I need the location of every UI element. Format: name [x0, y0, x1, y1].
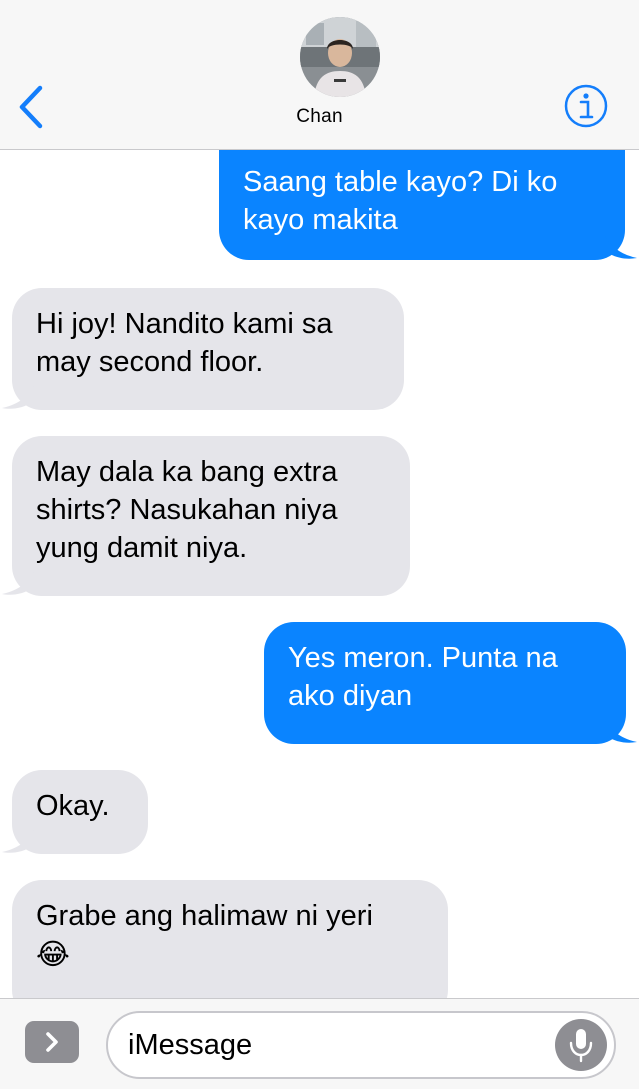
- received-message-bubble[interactable]: May dala ka bang extra shirts? Nasukahan…: [12, 436, 410, 596]
- contact-avatar[interactable]: [300, 17, 380, 97]
- message-input-placeholder: iMessage: [128, 1029, 253, 1061]
- bubble-tail: [605, 236, 637, 259]
- bubble-tail: [2, 830, 34, 853]
- chevron-right-icon: [46, 1032, 58, 1052]
- message-text: Saang table kayo? Di ko kayo makita: [243, 166, 558, 236]
- composer-bar: iMessage: [0, 998, 639, 1089]
- info-circle-icon: [564, 84, 608, 128]
- message-input[interactable]: iMessage: [106, 1011, 616, 1079]
- bubble-tail: [2, 572, 34, 595]
- bubble-tail: [605, 720, 637, 743]
- emoji-laughing-icon: 😂: [36, 937, 70, 971]
- sent-message-bubble[interactable]: Saang table kayo? Di ko kayo makita: [219, 150, 625, 260]
- message-text: Hi joy! Nandito kami sa may second floor…: [36, 308, 333, 378]
- message-text: May dala ka bang extra shirts? Nasukahan…: [36, 456, 338, 564]
- received-message-bubble[interactable]: Grabe ang halimaw ni yeri 😂: [12, 880, 448, 998]
- message-text: Okay.: [36, 790, 110, 822]
- message-text: Yes meron. Punta na ako diyan: [288, 642, 558, 712]
- conversation-header: Chan: [0, 0, 639, 150]
- microphone-icon: [569, 1029, 593, 1063]
- sent-message-bubble[interactable]: Yes meron. Punta na ako diyan: [264, 622, 626, 744]
- apps-expand-button[interactable]: [25, 1021, 79, 1063]
- received-message-bubble[interactable]: Hi joy! Nandito kami sa may second floor…: [12, 288, 404, 410]
- info-button[interactable]: [563, 83, 609, 129]
- bubble-tail: [2, 386, 34, 409]
- dictation-button[interactable]: [555, 1019, 607, 1071]
- message-text: Grabe ang halimaw ni yeri: [36, 900, 373, 932]
- contact-name[interactable]: Chan: [0, 106, 639, 128]
- message-thread[interactable]: Saang table kayo? Di ko kayo makita Hi j…: [0, 150, 639, 998]
